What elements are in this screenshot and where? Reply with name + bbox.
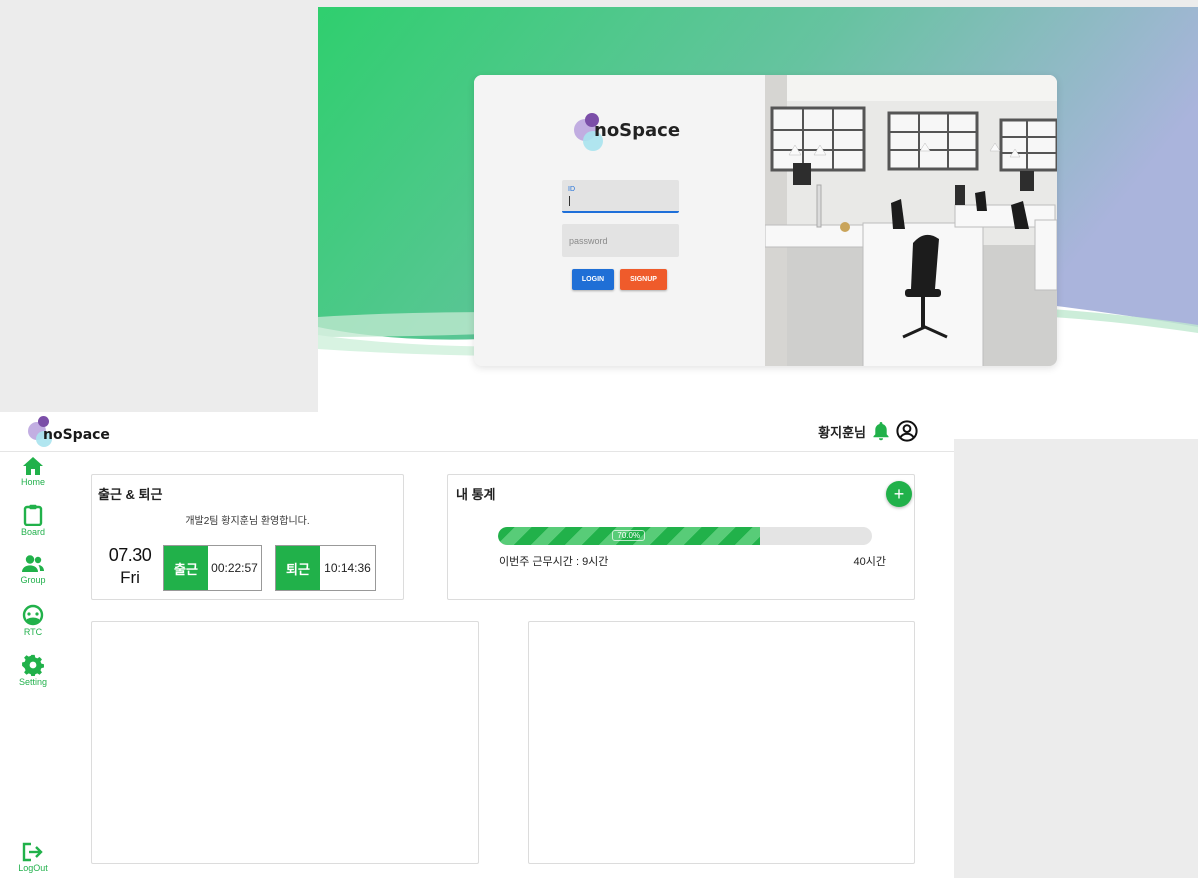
sidebar-item-label: LogOut xyxy=(18,863,48,873)
clock-in-time: 00:22:57 xyxy=(208,546,261,590)
clock-out-widget: 퇴근 10:14:36 xyxy=(275,545,376,591)
login-button[interactable]: LOGIN xyxy=(572,269,614,290)
password-input[interactable]: password xyxy=(562,224,679,257)
dashboard-screen: noSpace 황지훈님 Home Board Group RTC Settin… xyxy=(0,412,954,878)
login-form-panel: noSpace ID password LOGIN SIGNUP xyxy=(474,75,765,366)
home-icon xyxy=(23,457,43,475)
week-hours-text: 이번주 근무시간 : 9시간 xyxy=(499,556,609,568)
sidebar: Home Board Group RTC Setting LogOut xyxy=(0,452,64,878)
sidebar-item-label: Home xyxy=(20,477,45,487)
password-placeholder: password xyxy=(569,236,608,246)
logout-icon xyxy=(22,842,43,862)
sidebar-item-label: RTC xyxy=(23,627,43,637)
logo-text: noSpace xyxy=(43,427,110,443)
clock-in-widget: 출근 00:22:57 xyxy=(163,545,262,591)
top-header: noSpace 황지훈님 xyxy=(0,412,954,452)
attendance-title: 출근 & 퇴근 xyxy=(98,487,163,502)
empty-panel-left xyxy=(91,621,479,864)
login-screen: noSpace ID password LOGIN SIGNUP xyxy=(318,7,1198,439)
bell-icon[interactable] xyxy=(872,421,890,441)
stats-card: 내 통계 + 70.0% 이번주 근무시간 : 9시간 40시간 xyxy=(447,474,915,600)
login-card: noSpace ID password LOGIN SIGNUP xyxy=(474,75,1057,366)
sidebar-item-board[interactable]: Board xyxy=(12,504,54,537)
signup-button[interactable]: SIGNUP xyxy=(620,269,667,290)
clock-in-button[interactable]: 출근 xyxy=(164,546,208,590)
logo-text: noSpace xyxy=(594,119,681,141)
user-name: 황지훈님 xyxy=(818,424,866,440)
sidebar-item-setting[interactable]: Setting xyxy=(12,654,54,687)
sidebar-item-label: Group xyxy=(20,575,46,585)
empty-panel-right xyxy=(528,621,915,864)
date-value: 07.30 xyxy=(108,545,152,565)
id-input-label: ID xyxy=(568,186,575,193)
id-input[interactable]: ID xyxy=(562,180,679,213)
work-hours-progress-bar: 70.0% xyxy=(498,527,872,545)
date-display: 07.30 Fri xyxy=(108,545,152,588)
sidebar-item-rtc[interactable]: RTC xyxy=(12,604,54,637)
account-circle-icon[interactable] xyxy=(896,420,918,442)
clock-out-time: 10:14:36 xyxy=(320,546,375,590)
welcome-message: 개발2팀 황지훈님 환영합니다. xyxy=(185,516,310,527)
group-icon xyxy=(22,555,44,572)
text-caret xyxy=(569,196,570,206)
stats-title: 내 통계 xyxy=(456,487,496,502)
progress-percent-label: 70.0% xyxy=(612,530,646,541)
sidebar-item-group[interactable]: Group xyxy=(12,554,54,585)
office-photo xyxy=(765,75,1057,366)
sidebar-item-label: Setting xyxy=(18,677,48,687)
sidebar-item-label: Board xyxy=(20,527,46,537)
rtc-icon xyxy=(22,604,44,626)
clipboard-icon xyxy=(23,504,43,526)
screenshot-collage: noSpace ID password LOGIN SIGNUP noSpace… xyxy=(0,0,1198,878)
dashboard-logo[interactable]: noSpace xyxy=(27,414,110,448)
weekday-value: Fri xyxy=(120,568,140,587)
login-logo: noSpace xyxy=(574,113,680,153)
clock-out-button[interactable]: 퇴근 xyxy=(276,546,320,590)
sidebar-item-home[interactable]: Home xyxy=(12,456,54,487)
sidebar-item-logout[interactable]: LogOut xyxy=(12,842,54,873)
header-user-area: 황지훈님 xyxy=(818,420,918,442)
add-button[interactable]: + xyxy=(886,481,912,507)
goal-hours-text: 40시간 xyxy=(853,556,886,568)
gear-icon xyxy=(22,654,44,676)
attendance-card: 출근 & 퇴근 개발2팀 황지훈님 환영합니다. 07.30 Fri 출근 00… xyxy=(91,474,404,600)
